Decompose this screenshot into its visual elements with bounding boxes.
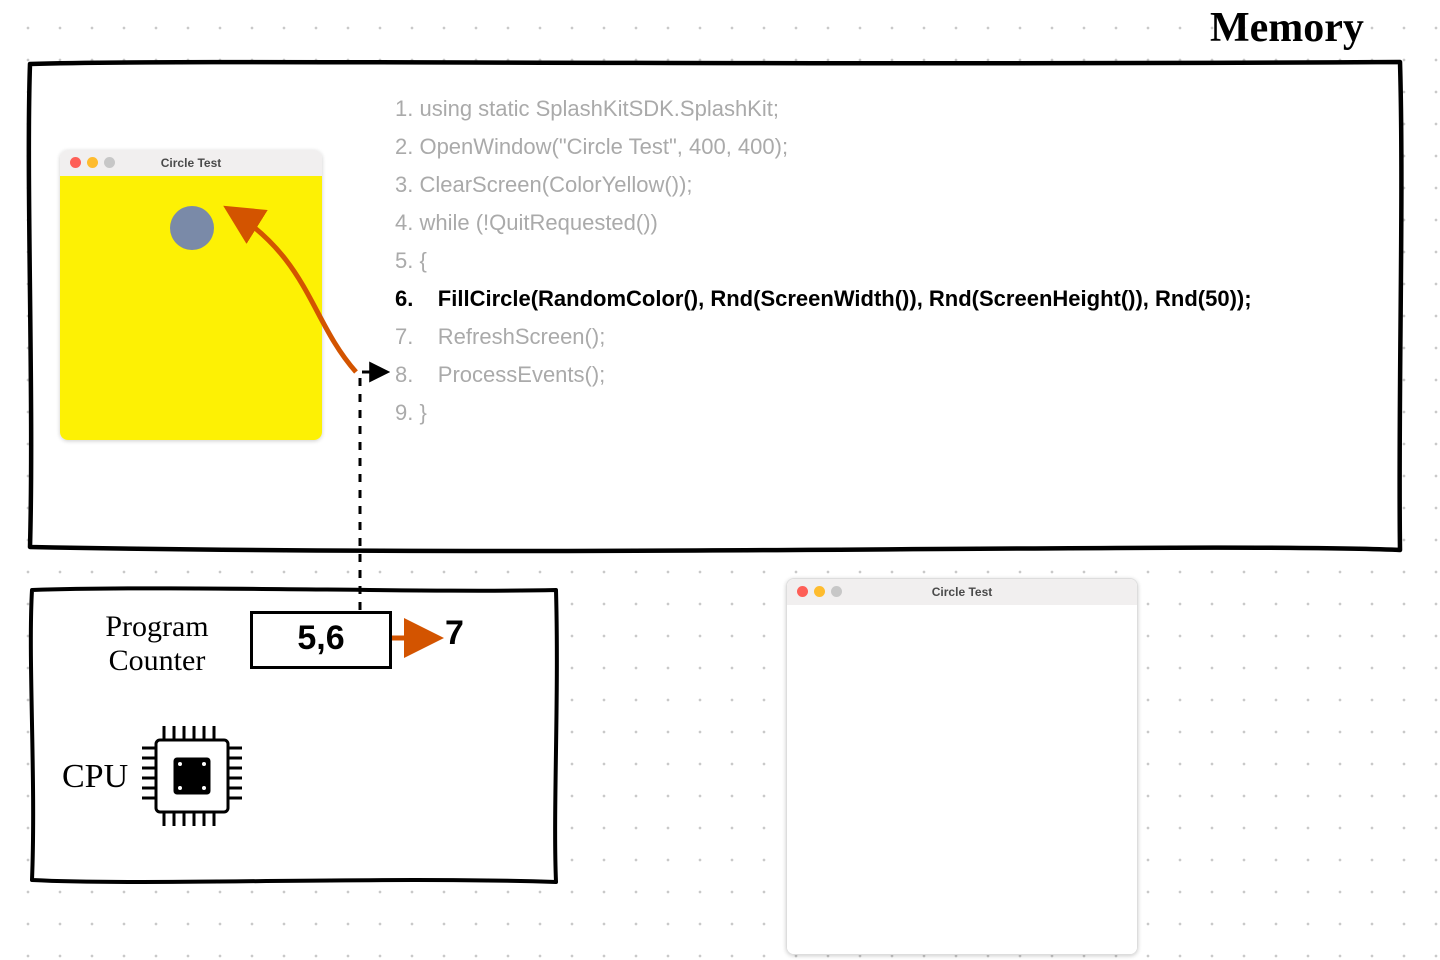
mini-window-blank-title: Circle Test xyxy=(787,579,1137,605)
mini-window-blank-canvas xyxy=(787,605,1137,954)
mini-window-yellow-canvas xyxy=(60,176,322,440)
drawn-circle xyxy=(170,206,214,250)
pc-to-code-dashed-arrow xyxy=(360,372,386,610)
mini-window-blank: Circle Test xyxy=(786,578,1138,955)
code-line-6-active: 6. FillCircle(RandomColor(), Rnd(ScreenW… xyxy=(395,280,1252,318)
program-counter-value: 5,6 xyxy=(297,619,344,657)
cpu-chip-icon xyxy=(132,716,252,836)
code-line-8: 8. ProcessEvents(); xyxy=(395,356,1252,394)
mini-window-yellow: Circle Test xyxy=(60,150,322,440)
code-line-4: 4. while (!QuitRequested()) xyxy=(395,204,1252,242)
code-listing: 1. using static SplashKitSDK.SplashKit; … xyxy=(395,90,1252,432)
cpu-label: CPU xyxy=(62,758,128,796)
code-line-3: 3. ClearScreen(ColorYellow()); xyxy=(395,166,1252,204)
program-counter-next: 7 xyxy=(445,614,464,653)
code-line-1: 1. using static SplashKitSDK.SplashKit; xyxy=(395,90,1252,128)
code-line-5: 5. { xyxy=(395,242,1252,280)
program-counter-label: Program Counter xyxy=(72,610,242,678)
mini-window-yellow-titlebar: Circle Test xyxy=(60,150,322,176)
memory-label: Memory xyxy=(1210,4,1364,52)
program-counter-label-line2: Counter xyxy=(72,644,242,678)
code-line-2: 2. OpenWindow("Circle Test", 400, 400); xyxy=(395,128,1252,166)
code-line-9: 9. } xyxy=(395,394,1252,432)
mini-window-yellow-title: Circle Test xyxy=(60,150,322,176)
program-counter-label-line1: Program xyxy=(72,610,242,644)
code-line-7: 7. RefreshScreen(); xyxy=(395,318,1252,356)
program-counter-value-box: 5,6 xyxy=(250,611,392,669)
mini-window-blank-titlebar: Circle Test xyxy=(787,579,1137,605)
